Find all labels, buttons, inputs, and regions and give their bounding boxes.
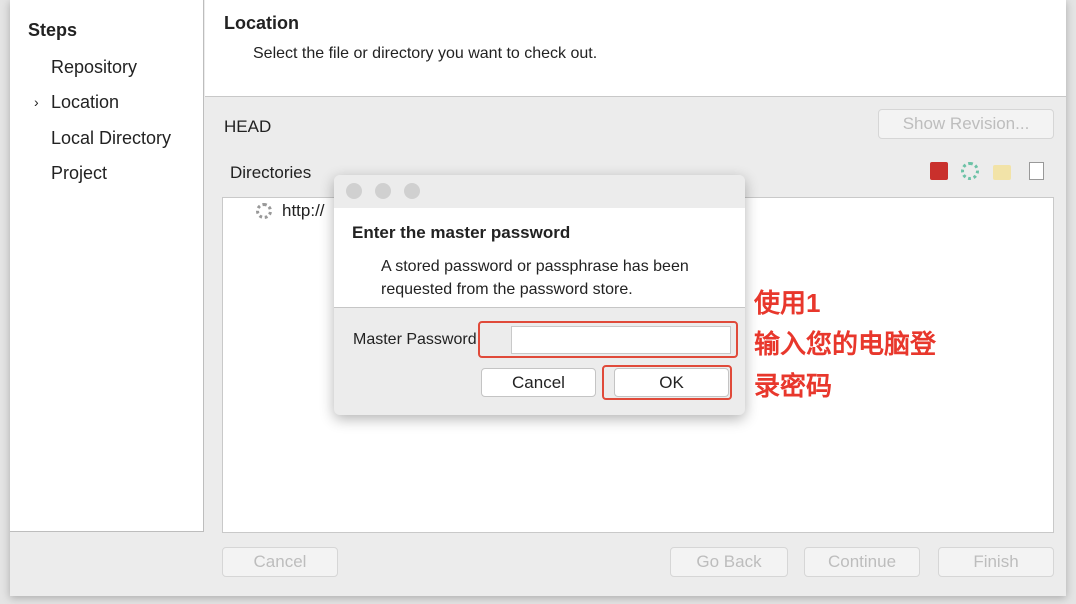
continue-button[interactable]: Continue — [804, 547, 920, 577]
minimize-window-button[interactable] — [375, 183, 391, 199]
go-back-button[interactable]: Go Back — [670, 547, 788, 577]
dialog-title: Enter the master password — [352, 223, 571, 242]
refresh-icon[interactable] — [961, 162, 979, 180]
cancel-button[interactable]: Cancel — [222, 547, 338, 577]
new-file-icon[interactable] — [1029, 162, 1044, 180]
highlight-ok-box — [602, 365, 732, 400]
step-location: › Location — [34, 92, 120, 113]
step-local-directory: Local Directory — [51, 128, 172, 148]
page-title: Location — [224, 13, 299, 33]
head-label: HEAD — [224, 117, 272, 136]
master-password-label: Master Password: — [353, 331, 482, 348]
current-step-chevron-icon: › — [34, 94, 39, 110]
dialog-message-area: Enter the master password A stored passw… — [334, 208, 745, 308]
zoom-window-button[interactable] — [404, 183, 420, 199]
dialog-titlebar — [334, 175, 745, 208]
dialog-cancel-button[interactable]: Cancel — [481, 368, 596, 397]
step-project: Project — [51, 163, 108, 183]
step-label: Location — [51, 92, 120, 112]
annotation-line-3: 录密码 — [754, 371, 833, 401]
step-repository: Repository — [51, 57, 138, 77]
directories-label: Directories — [230, 163, 312, 182]
annotation-line-1: 使用1 — [754, 288, 821, 318]
page-header: Location Select the file or directory yo… — [205, 0, 1066, 97]
steps-sidebar: Steps Repository › Location Local Directo… — [10, 0, 204, 532]
tree-item[interactable]: http:// — [282, 201, 325, 221]
folder-add-icon[interactable] — [993, 165, 1011, 180]
highlight-password-box — [478, 321, 738, 358]
show-revision-button[interactable]: Show Revision... — [878, 109, 1054, 139]
annotation-line-2: 输入您的电脑登 — [754, 329, 937, 359]
stop-icon[interactable] — [930, 162, 948, 180]
finish-button[interactable]: Finish — [938, 547, 1054, 577]
close-window-button[interactable] — [346, 183, 362, 199]
dialog-description: A stored password or passphrase has been… — [381, 258, 689, 298]
loading-spinner-icon — [256, 203, 272, 219]
page-description: Select the file or directory you want to… — [253, 45, 598, 62]
steps-title: Steps — [28, 20, 78, 40]
master-password-dialog: Enter the master password A stored passw… — [334, 175, 745, 415]
